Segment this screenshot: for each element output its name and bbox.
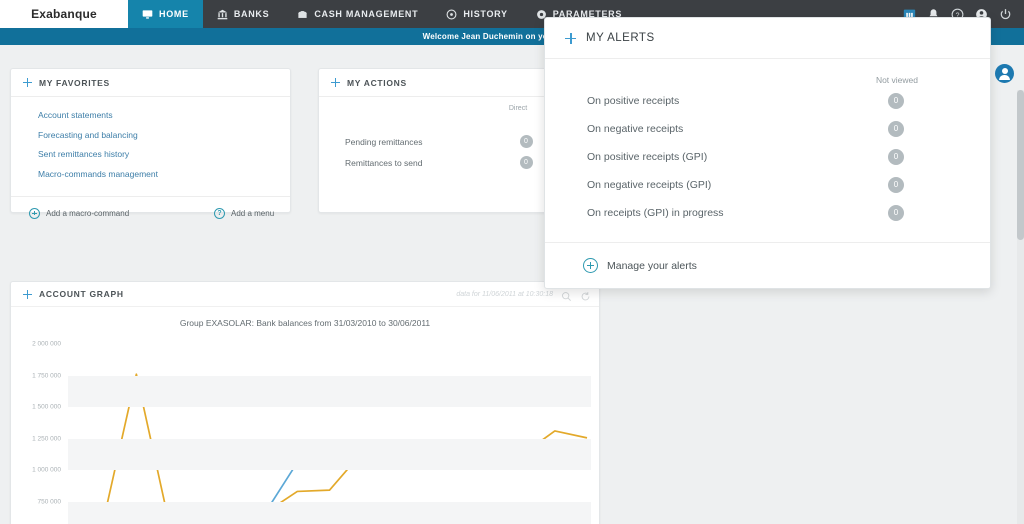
alert-label: On positive receipts (GPI) bbox=[587, 151, 708, 163]
alert-label: On positive receipts bbox=[587, 95, 680, 107]
dashboard-page: Exabanque HOME BANKS CASH MANAGEMENT HIS… bbox=[0, 0, 1024, 524]
nav-item-history-label: HISTORY bbox=[463, 9, 508, 19]
favorite-link-forecasting-and-balancing[interactable]: Forecasting and balancing bbox=[38, 130, 290, 140]
chart-y-tick-label: 1 250 000 bbox=[32, 435, 61, 442]
search-icon[interactable] bbox=[561, 289, 572, 301]
chart-grid-band bbox=[68, 375, 591, 407]
alerts-column-header: Not viewed bbox=[875, 75, 918, 85]
alert-label: On negative receipts bbox=[587, 123, 684, 135]
question-circle-icon: ? bbox=[214, 207, 225, 219]
plus-circle-icon bbox=[583, 258, 598, 273]
status-badge: 0 bbox=[519, 135, 533, 148]
status-badge: 0 bbox=[888, 177, 904, 193]
list-item[interactable]: On negative receipts 0 bbox=[545, 115, 990, 143]
plus-icon[interactable] bbox=[23, 78, 32, 87]
alerts-header: MY ALERTS bbox=[545, 18, 990, 59]
status-badge: 0 bbox=[888, 121, 904, 137]
chart-y-tick-label: 1 500 000 bbox=[32, 403, 61, 411]
nav-item-history[interactable]: HISTORY bbox=[432, 0, 521, 28]
chart-title: Group EXASOLAR: Bank balances from 31/03… bbox=[179, 318, 431, 328]
account-graph-header: ACCOUNT GRAPH data for 11/06/2011 at 10:… bbox=[11, 282, 599, 307]
add-macro-command-button[interactable]: Add a macro-command bbox=[29, 207, 130, 219]
favorites-header: MY FAVORITES bbox=[11, 69, 290, 97]
plus-icon[interactable] bbox=[565, 32, 576, 44]
action-label: Remittances to send bbox=[345, 157, 423, 168]
chart-y-axis: 2 000 000 1 750 000 1 500 000 1 250 000 1 00… bbox=[11, 335, 67, 524]
add-menu-button[interactable]: ? Add a menu bbox=[214, 207, 275, 219]
alerts-popover: MY ALERTS Not viewed On positive receipt… bbox=[544, 17, 991, 289]
chart-grid-band bbox=[68, 438, 591, 470]
briefcase-icon bbox=[297, 9, 308, 20]
chart-canvas bbox=[68, 335, 591, 524]
nav-item-home[interactable]: HOME bbox=[128, 0, 203, 28]
favorite-link-macro-commands-management[interactable]: Macro-commands management bbox=[38, 169, 290, 179]
favorites-panel: MY FAVORITES Account statements Forecast… bbox=[10, 68, 291, 219]
favorites-title: MY FAVORITES bbox=[39, 77, 110, 88]
action-label: Pending remittances bbox=[345, 136, 423, 147]
add-macro-command-label: Add a macro-command bbox=[46, 208, 130, 218]
alerts-footer: Manage your alerts bbox=[545, 242, 990, 288]
chart-y-tick-label: 2 000 000 bbox=[32, 340, 61, 348]
nav-item-cash-management[interactable]: CASH MANAGEMENT bbox=[283, 0, 432, 28]
actions-column-direct: Direct bbox=[508, 105, 528, 112]
account-graph-panel: ACCOUNT GRAPH data for 11/06/2011 at 10:… bbox=[10, 281, 600, 524]
refresh-icon[interactable] bbox=[580, 289, 591, 300]
nav-item-cash-management-label: CASH MANAGEMENT bbox=[314, 9, 419, 19]
chart-series-svg bbox=[68, 335, 591, 524]
status-badge: 0 bbox=[888, 93, 904, 109]
favorite-link-sent-remittances-history[interactable]: Sent remittances history bbox=[38, 149, 290, 159]
status-badge: 0 bbox=[888, 205, 904, 221]
plus-icon[interactable] bbox=[331, 78, 340, 87]
brand-logo[interactable]: Exabanque bbox=[0, 0, 128, 28]
nav-item-banks-label: BANKS bbox=[233, 9, 270, 19]
list-item[interactable]: On positive receipts 0 bbox=[545, 87, 990, 115]
page-scrollbar[interactable] bbox=[1017, 90, 1024, 524]
status-badge: 0 bbox=[888, 149, 904, 165]
chart-plot-area: 2 000 000 1 750 000 1 500 000 1 250 000 1 00… bbox=[11, 335, 599, 524]
list-item[interactable]: On receipts (GPI) in progress 0 bbox=[545, 199, 990, 227]
manage-alerts-label: Manage your alerts bbox=[607, 259, 697, 272]
plus-icon[interactable] bbox=[23, 289, 32, 299]
alert-label: On negative receipts (GPI) bbox=[587, 179, 712, 191]
favorite-link-account-statements[interactable]: Account statements bbox=[38, 110, 290, 120]
actions-title: MY ACTIONS bbox=[347, 77, 407, 88]
manage-alerts-button[interactable]: Manage your alerts bbox=[583, 258, 697, 273]
chart-y-tick-label: 1 000 000 bbox=[32, 466, 61, 474]
plus-circle-icon bbox=[29, 207, 40, 219]
avatar[interactable] bbox=[995, 64, 1014, 83]
nav-item-home-label: HOME bbox=[159, 9, 189, 19]
favorites-footer: Add a macro-command ? Add a menu bbox=[11, 196, 290, 229]
alerts-title: MY ALERTS bbox=[586, 32, 655, 44]
alert-label: On receipts (GPI) in progress bbox=[587, 207, 724, 219]
account-graph-meta: data for 11/06/2011 at 10:30:18 bbox=[456, 289, 591, 301]
status-badge: 0 bbox=[519, 156, 533, 169]
brand-label: Exabanque bbox=[31, 7, 97, 21]
chart-y-tick-label: 1 750 000 bbox=[32, 372, 61, 379]
page-scrollbar-thumb[interactable] bbox=[1017, 90, 1024, 240]
avatar-body bbox=[999, 75, 1010, 80]
nav-item-banks[interactable]: BANKS bbox=[203, 0, 284, 28]
chart-grid-band bbox=[68, 501, 591, 524]
list-item[interactable]: On positive receipts (GPI) 0 bbox=[545, 143, 990, 171]
clock-icon bbox=[446, 9, 457, 20]
data-timestamp: data for 11/06/2011 at 10:30:18 bbox=[456, 290, 553, 298]
add-menu-label: Add a menu bbox=[231, 208, 275, 218]
power-icon[interactable] bbox=[999, 8, 1012, 21]
list-item[interactable]: On negative receipts (GPI) 0 bbox=[545, 171, 990, 199]
monitor-icon bbox=[142, 9, 153, 20]
chart-y-tick-label: 750 000 bbox=[37, 498, 62, 505]
avatar-head bbox=[1001, 68, 1008, 74]
account-graph-title: ACCOUNT GRAPH bbox=[39, 289, 124, 299]
bank-icon bbox=[217, 9, 228, 20]
favorites-list: Account statements Forecasting and balan… bbox=[11, 97, 290, 196]
